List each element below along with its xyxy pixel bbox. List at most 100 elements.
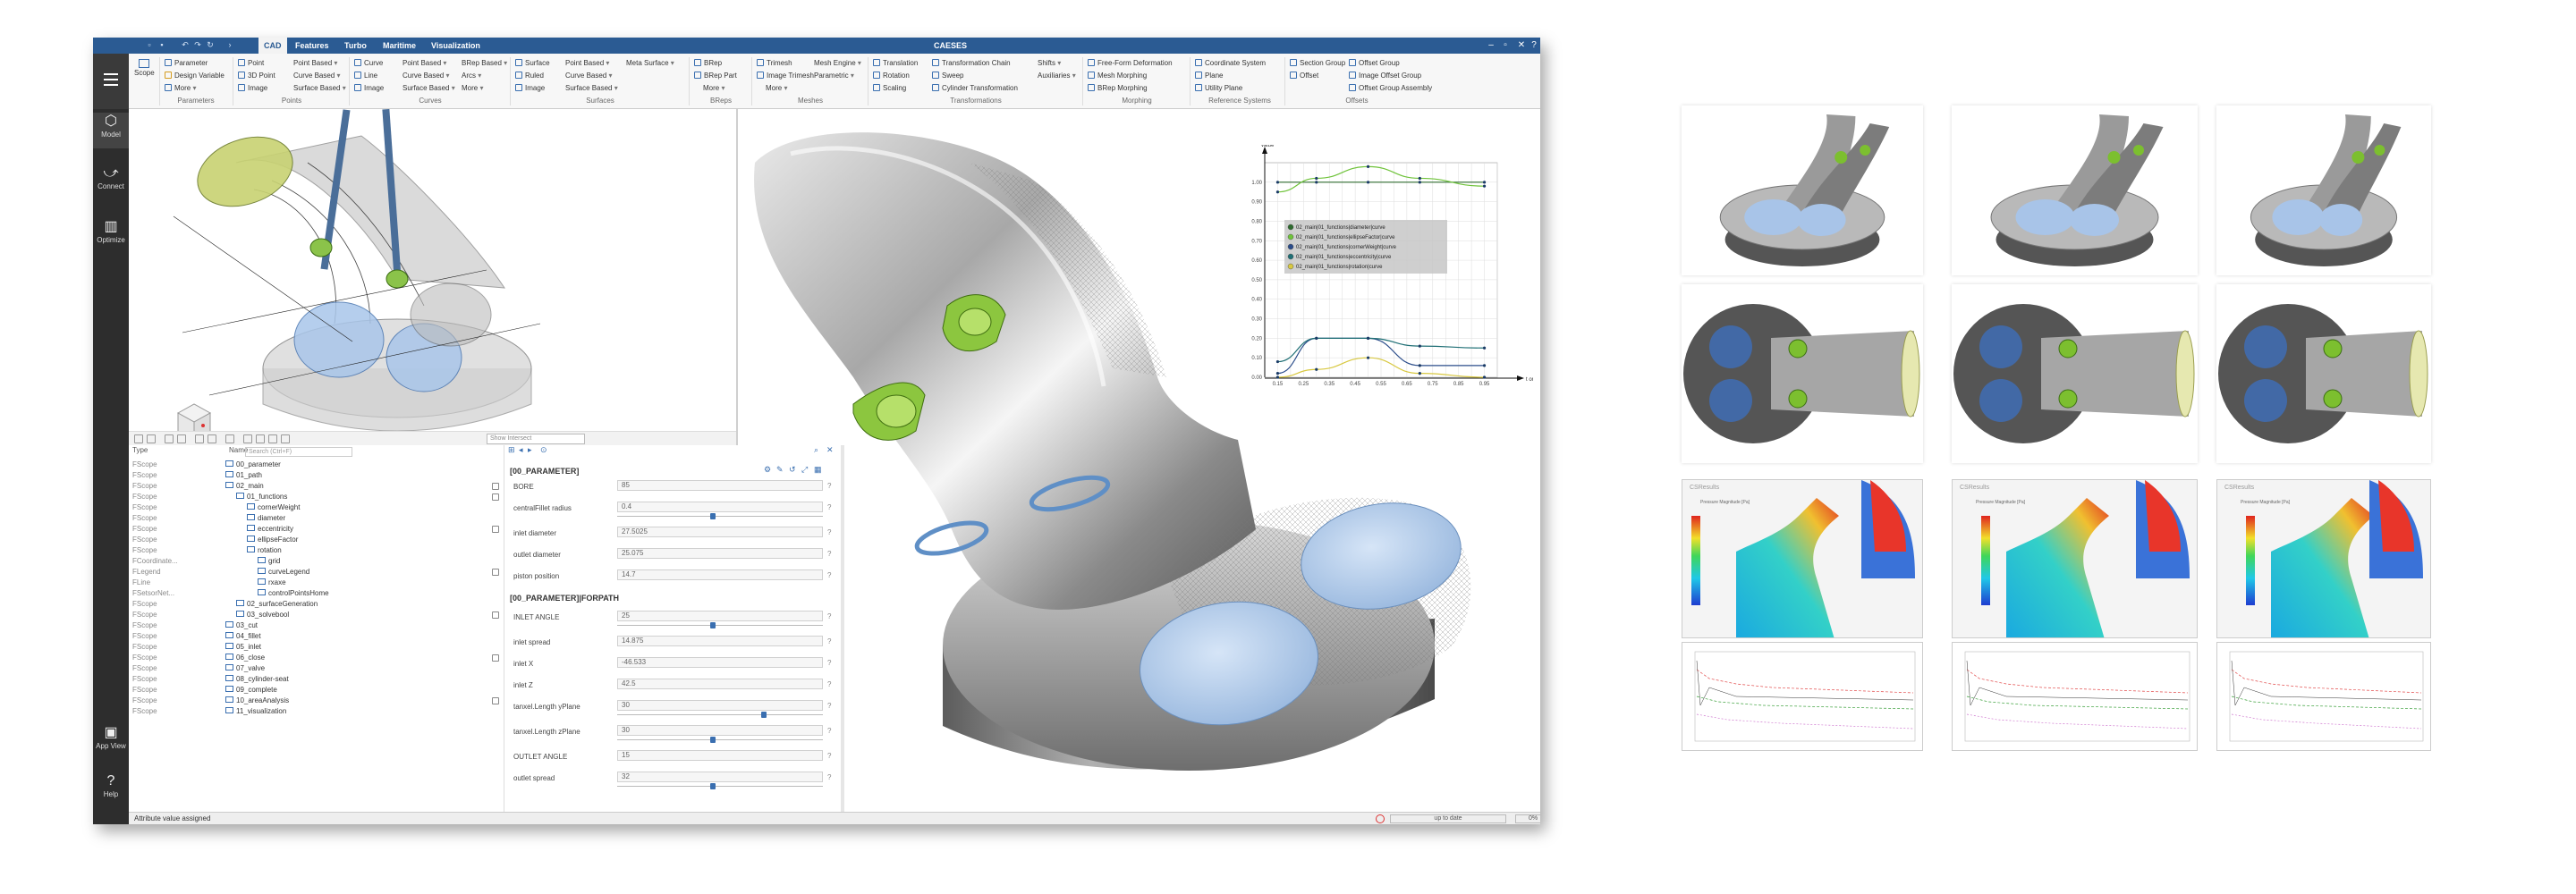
parameter-button[interactable]: Parameter (165, 58, 208, 68)
surface-based-points-dropdown[interactable]: Surface Based (293, 83, 346, 93)
plane-button[interactable]: Plane (1195, 71, 1223, 80)
param-slider-track[interactable] (617, 739, 823, 740)
param-help-icon[interactable]: ? (827, 727, 831, 735)
update-icon[interactable] (1376, 814, 1385, 823)
param-slider-track[interactable] (617, 786, 823, 787)
brep-based-curves-dropdown[interactable]: BRep Based (462, 58, 507, 68)
parametric-dropdown[interactable]: Parametric (814, 71, 854, 80)
param-help-icon[interactable]: ? (827, 503, 831, 511)
save-icon[interactable]: ▪ (157, 40, 166, 49)
mesh-morphing-button[interactable]: Mesh Morphing (1088, 71, 1147, 80)
select-tool-icon[interactable] (134, 434, 143, 443)
variant-top-view[interactable] (1682, 284, 1923, 463)
3d-point-button[interactable]: 3D Point (238, 71, 275, 80)
tree-row[interactable]: FScope 11_visualization (129, 706, 504, 717)
param-help-icon[interactable]: ? (827, 571, 831, 579)
brep-morphing-button[interactable]: BRep Morphing (1088, 83, 1148, 93)
auxiliaries-dropdown[interactable]: Auxiliaries (1038, 71, 1076, 80)
meshes-more-dropdown[interactable]: More (766, 83, 787, 93)
breps-more-dropdown[interactable]: More (703, 83, 724, 93)
param-value-field[interactable]: 14.7 (617, 569, 823, 580)
tree-row[interactable]: FScope 01_path (129, 470, 504, 481)
link-icon[interactable] (492, 526, 499, 533)
param-value-field[interactable]: 25.075 (617, 548, 823, 559)
grid-view-icon[interactable] (243, 434, 252, 443)
tab-maritime[interactable]: Maritime (377, 38, 421, 54)
image-offset-group-button[interactable]: Image Offset Group (1349, 71, 1421, 80)
tree-row[interactable]: FScope eccentricity (129, 524, 504, 535)
free-form-deformation-button[interactable]: Free-Form Deformation (1088, 58, 1173, 68)
design-variable-button[interactable]: Design Variable (165, 71, 225, 80)
surface-based-surfaces-dropdown[interactable]: Surface Based (565, 83, 618, 93)
image-trimesh-button[interactable]: Image Trimesh (757, 71, 814, 80)
variant-flow-result[interactable]: CSResults Pressure Magnitude [Pa] (1952, 479, 2198, 638)
variant-top-view[interactable] (1952, 284, 2198, 463)
scaling-button[interactable]: Scaling (873, 83, 906, 93)
param-value-field[interactable]: 0.4 (617, 502, 823, 512)
brep-button[interactable]: BRep (694, 58, 722, 68)
transformation-chain-button[interactable]: Transformation Chain (932, 58, 1011, 68)
param-help-icon[interactable]: ? (827, 752, 831, 760)
hamburger-menu-button[interactable] (93, 54, 129, 109)
cylinder-transformation-button[interactable]: Cylinder Transformation (932, 83, 1018, 93)
tree-row[interactable]: FLine rxaxe (129, 578, 504, 588)
variant-top-view[interactable] (2216, 284, 2431, 463)
param-help-icon[interactable]: ? (827, 637, 831, 645)
meta-surface-dropdown[interactable]: Meta Surface (626, 58, 674, 68)
surface-button[interactable]: Surface (515, 58, 550, 68)
arcs-dropdown[interactable]: Arcs (462, 71, 481, 80)
tree-row[interactable]: FScope 03_cut (129, 620, 504, 631)
param-value-field[interactable]: 42.5 (617, 679, 823, 689)
scope-button[interactable]: Scope (134, 59, 155, 78)
link-icon[interactable] (492, 569, 499, 576)
viewport-3d-main[interactable]: 0.00 0.10 0.20 0.30 0.40 0.50 0.60 0.70 0.80 0.90… (737, 109, 1540, 824)
ruler-icon[interactable] (195, 434, 204, 443)
edit-icon[interactable]: ✎ (776, 465, 785, 474)
pin-icon[interactable]: ⊞ (508, 445, 517, 454)
param-slider-track[interactable] (617, 625, 823, 626)
param-value-field[interactable]: 85 (617, 480, 823, 491)
variant-perspective-render[interactable] (2216, 105, 2431, 275)
variant-flow-result[interactable]: CSResults Pressure Magnitude [Pa] (1682, 479, 1923, 638)
param-slider-knob[interactable] (761, 712, 767, 718)
trimesh-button[interactable]: Trimesh (757, 58, 792, 68)
expand-icon[interactable]: ⤢ (801, 465, 810, 474)
sidebar-item-connect[interactable]: ⤻ Connect (93, 164, 129, 200)
param-help-icon[interactable]: ? (827, 659, 831, 667)
tab-features[interactable]: Features (290, 38, 335, 54)
wireframe-icon[interactable] (256, 434, 265, 443)
reset-icon[interactable]: ↺ (789, 465, 798, 474)
minimize-button[interactable]: – (1485, 38, 1497, 54)
parameters-more-button[interactable]: More (165, 83, 196, 93)
variant-perspective-render[interactable] (1682, 105, 1923, 275)
tree-row[interactable]: FScope 07_valve (129, 663, 504, 674)
search-icon[interactable]: ⌕ (814, 445, 823, 454)
link-icon[interactable] (492, 611, 499, 619)
variant-flow-result[interactable]: CSResults Pressure Magnitude [Pa] (2216, 479, 2431, 638)
brep-part-button[interactable]: BRep Part (694, 71, 737, 80)
redo-icon[interactable]: ↷ (193, 40, 202, 49)
image-point-button[interactable]: Image (238, 83, 267, 93)
section-group-button[interactable]: Section Group (1290, 58, 1345, 68)
variable-icon[interactable]: ⚙ (764, 465, 773, 474)
sidebar-item-help[interactable]: ? Help (93, 772, 129, 803)
link-icon[interactable] (492, 697, 499, 704)
viewport-3d-top-left[interactable] (129, 109, 737, 438)
param-slider-track[interactable] (617, 516, 823, 517)
run-icon[interactable]: › (225, 40, 234, 49)
curve-based-curves-dropdown[interactable]: Curve Based (402, 71, 450, 80)
curves-more-dropdown[interactable]: More (462, 83, 483, 93)
tree-row[interactable]: FScope 04_fillet (129, 631, 504, 642)
filter-icon[interactable]: ⊙ (540, 445, 549, 454)
param-value-field[interactable]: 15 (617, 750, 823, 761)
offset-button[interactable]: Offset (1290, 71, 1318, 80)
light-icon[interactable] (281, 434, 290, 443)
new-file-icon[interactable]: ▫ (145, 40, 154, 49)
line-button[interactable]: Line (354, 71, 377, 80)
param-value-field[interactable]: 14.875 (617, 636, 823, 646)
shifts-dropdown[interactable]: Shifts (1038, 58, 1061, 68)
variant-perspective-render[interactable] (1952, 105, 2198, 275)
tree-row[interactable]: FSetsorNet... controlPointsHome (129, 588, 504, 599)
param-value-field[interactable]: 30 (617, 700, 823, 711)
param-help-icon[interactable]: ? (827, 482, 831, 490)
